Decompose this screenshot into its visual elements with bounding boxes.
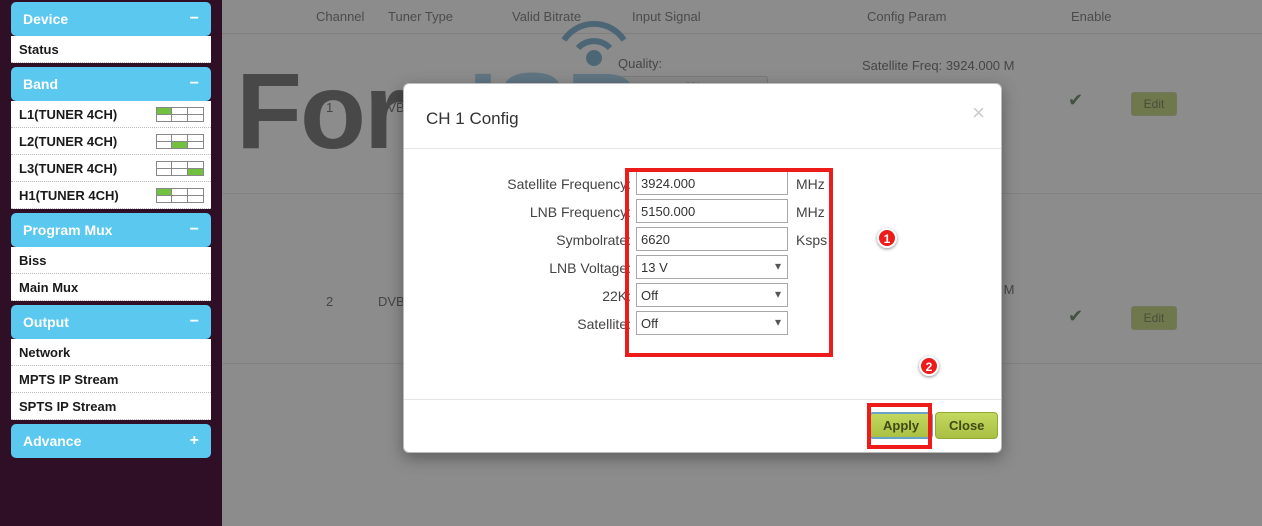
sidebar-item-status[interactable]: Status — [11, 36, 211, 63]
form-row-satellite: Satellite: Off ▾ — [404, 311, 1001, 339]
label-satellite: Satellite: — [577, 316, 631, 332]
sidebar-item-label: L2(TUNER 4CH) — [19, 134, 118, 149]
sidebar-panel-band: L1(TUNER 4CH) L2(TUNER 4CH) L3(TUNER 4CH… — [11, 101, 211, 209]
lnb-voltage-select-wrap: 13 V ▾ — [636, 255, 788, 279]
sidebar-item-l1[interactable]: L1(TUNER 4CH) — [11, 101, 211, 128]
ch-config-modal: CH 1 Config × Satellite Frequency: MHz L… — [403, 83, 1002, 453]
label-lnb-voltage: LNB Voltage: — [549, 260, 631, 276]
sidebar-group-label: Output — [23, 314, 69, 330]
label-symbolrate: Symbolrate: — [556, 232, 631, 248]
band-grid-icon — [156, 134, 204, 149]
sidebar-group-label: Band — [23, 76, 58, 92]
form-row-22k: 22K: Off ▾ — [404, 283, 1001, 311]
close-button[interactable]: Close — [935, 412, 999, 439]
label-22k: 22K: — [602, 288, 631, 304]
band-grid-icon — [156, 161, 204, 176]
collapse-minus-icon[interactable]: − — [190, 2, 199, 36]
sidebar-item-label: L1(TUNER 4CH) — [19, 107, 118, 122]
form-row-lnb-voltage: LNB Voltage: 13 V ▾ — [404, 255, 1001, 283]
lnb-voltage-select[interactable]: 13 V — [636, 255, 788, 279]
collapse-minus-icon[interactable]: − — [190, 305, 199, 339]
satellite-select-wrap: Off ▾ — [636, 311, 788, 335]
sidebar-item-spts-ip-stream[interactable]: SPTS IP Stream — [11, 393, 211, 420]
label-satellite-frequency: Satellite Frequency: — [507, 176, 631, 192]
lnb-frequency-input[interactable] — [636, 199, 788, 223]
modal-body: Satellite Frequency: MHz LNB Frequency: … — [404, 149, 1001, 399]
sidebar-item-h1[interactable]: H1(TUNER 4CH) — [11, 182, 211, 209]
collapse-minus-icon[interactable]: − — [190, 67, 199, 101]
satellite-frequency-input[interactable] — [636, 171, 788, 195]
expand-plus-icon[interactable]: + — [190, 424, 199, 458]
sidebar-group-advance[interactable]: Advance + — [11, 424, 211, 458]
form-row-satellite-frequency: Satellite Frequency: MHz — [404, 171, 1001, 199]
sidebar-item-main-mux[interactable]: Main Mux — [11, 274, 211, 301]
sidebar-panel-program-mux: Biss Main Mux — [11, 247, 211, 301]
modal-footer: Apply Close — [404, 399, 1001, 452]
sidebar: Device − Status Band − L1(TUNER 4CH) L2(… — [0, 0, 222, 526]
form-row-lnb-frequency: LNB Frequency: MHz — [404, 199, 1001, 227]
symbolrate-input[interactable] — [636, 227, 788, 251]
sidebar-group-output[interactable]: Output − — [11, 305, 211, 339]
app-root: Channel Tuner Type Valid Bitrate Input S… — [0, 0, 1262, 526]
sidebar-item-network[interactable]: Network — [11, 339, 211, 366]
sidebar-group-band[interactable]: Band − — [11, 67, 211, 101]
sidebar-group-label: Advance — [23, 433, 82, 449]
twenty-two-k-select-wrap: Off ▾ — [636, 283, 788, 307]
sidebar-item-label: L3(TUNER 4CH) — [19, 161, 118, 176]
apply-button[interactable]: Apply — [869, 412, 934, 439]
sidebar-group-label: Device — [23, 11, 69, 27]
sidebar-item-l3[interactable]: L3(TUNER 4CH) — [11, 155, 211, 182]
collapse-minus-icon[interactable]: − — [190, 213, 199, 247]
modal-title: CH 1 Config — [426, 109, 519, 128]
annotation-badge-1: 1 — [877, 228, 897, 248]
modal-header: CH 1 Config × — [404, 84, 1001, 149]
unit-mhz: MHz — [796, 176, 825, 192]
sidebar-group-program-mux[interactable]: Program Mux − — [11, 213, 211, 247]
sidebar-group-device[interactable]: Device − — [11, 2, 211, 36]
label-lnb-frequency: LNB Frequency: — [529, 204, 631, 220]
sidebar-group-label: Program Mux — [23, 222, 113, 238]
sidebar-item-l2[interactable]: L2(TUNER 4CH) — [11, 128, 211, 155]
form-row-symbolrate: Symbolrate: Ksps — [404, 227, 1001, 255]
unit-mhz: MHz — [796, 204, 825, 220]
sidebar-item-mpts-ip-stream[interactable]: MPTS IP Stream — [11, 366, 211, 393]
annotation-badge-2: 2 — [919, 356, 939, 376]
band-grid-icon — [156, 188, 204, 203]
twenty-two-k-select[interactable]: Off — [636, 283, 788, 307]
sidebar-panel-device: Status — [11, 36, 211, 63]
close-icon[interactable]: × — [972, 102, 985, 124]
unit-ksps: Ksps — [796, 232, 828, 248]
sidebar-panel-output: Network MPTS IP Stream SPTS IP Stream — [11, 339, 211, 420]
sidebar-item-label: H1(TUNER 4CH) — [19, 188, 119, 203]
band-grid-icon — [156, 107, 204, 122]
satellite-select[interactable]: Off — [636, 311, 788, 335]
sidebar-item-biss[interactable]: Biss — [11, 247, 211, 274]
